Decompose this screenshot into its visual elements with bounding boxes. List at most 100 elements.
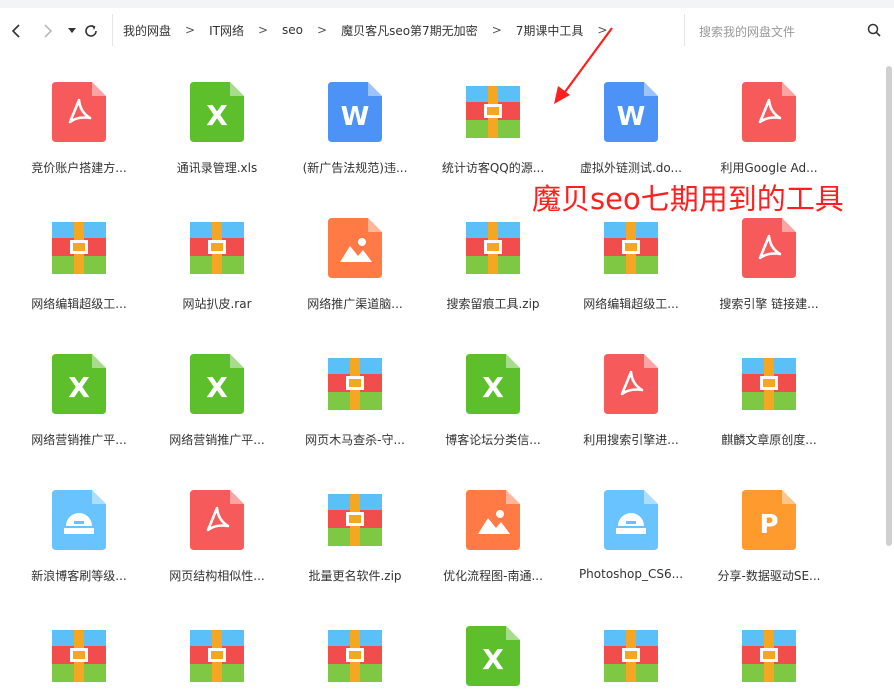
file-pdf-icon xyxy=(52,82,106,142)
file-name: 博客论坛分类信... xyxy=(445,433,541,447)
svg-text:X: X xyxy=(68,371,90,404)
caret-down-icon xyxy=(68,28,76,33)
file-name: 网页木马查杀-守... xyxy=(305,433,405,447)
file-name: 利用搜索引擎进... xyxy=(583,433,679,447)
file-item[interactable]: 网页结构相似性... xyxy=(148,466,286,586)
file-xls-icon: X xyxy=(190,354,244,414)
scrollbar-thumb[interactable] xyxy=(886,66,892,546)
svg-text:W: W xyxy=(617,102,646,132)
file-item[interactable]: X 网络营销推广平... xyxy=(148,330,286,450)
file-item[interactable]: 利用搜索引擎进... xyxy=(562,330,700,450)
file-pdf-icon xyxy=(742,218,796,278)
file-name: 竞价账户搭建方... xyxy=(31,161,127,175)
file-zip-icon xyxy=(328,626,382,686)
back-button[interactable] xyxy=(6,20,28,42)
forward-button[interactable] xyxy=(36,20,58,42)
refresh-icon xyxy=(85,25,97,37)
file-item[interactable]: 网络编辑超级工... xyxy=(10,194,148,314)
breadcrumb-item[interactable]: 我的网盘 xyxy=(123,22,171,39)
breadcrumb-separator: > xyxy=(185,23,196,37)
search-input[interactable]: 搜索我的网盘文件 xyxy=(699,23,795,40)
file-pdf-icon xyxy=(190,490,244,550)
file-zip-icon xyxy=(328,490,382,550)
file-item[interactable]: X 博客论坛分类信... xyxy=(424,330,562,450)
file-item[interactable]: X 网络营销推广平... xyxy=(10,330,148,450)
file-item[interactable]: 批量更名软件.zip xyxy=(286,466,424,586)
file-name: (新广告法规范)违... xyxy=(302,161,408,175)
chevron-right-icon xyxy=(44,24,53,38)
file-item[interactable]: X 通讯录管理.xls xyxy=(148,58,286,178)
file-name: 搜索留痕工具.zip xyxy=(446,297,540,311)
file-item[interactable]: 竞价账户搭建方... xyxy=(10,58,148,178)
file-item[interactable] xyxy=(562,602,700,695)
file-name: 通讯录管理.xls xyxy=(176,161,258,175)
svg-text:X: X xyxy=(482,371,504,404)
file-name: 利用Google Ad... xyxy=(720,161,818,175)
file-name: 批量更名软件.zip xyxy=(308,569,402,583)
file-zip-icon xyxy=(604,626,658,686)
file-xls-icon: X xyxy=(190,82,244,142)
file-name: 麒麟文章原创度... xyxy=(721,433,817,447)
file-zip-icon xyxy=(328,354,382,414)
chevron-left-icon xyxy=(11,24,20,38)
file-name: 搜索引擎 链接建... xyxy=(719,297,819,311)
file-item[interactable]: P 分享-数据驱动SE... xyxy=(700,466,838,586)
file-xls-icon: X xyxy=(466,626,520,686)
svg-text:X: X xyxy=(206,99,228,132)
file-ppt-icon: P xyxy=(742,490,796,550)
file-name: 网络编辑超级工... xyxy=(583,297,679,311)
file-name: 网络营销推广平... xyxy=(169,433,265,447)
file-name: 网络推广渠道脑... xyxy=(307,297,403,311)
file-item[interactable] xyxy=(10,602,148,695)
file-item[interactable] xyxy=(148,602,286,695)
file-name: 优化流程图-南通... xyxy=(443,569,543,583)
svg-text:W: W xyxy=(341,102,370,132)
file-doc-icon: W xyxy=(328,82,382,142)
breadcrumb-separator: > xyxy=(491,23,502,37)
file-zip-icon xyxy=(604,218,658,278)
file-item[interactable]: Photoshop_CS6... xyxy=(562,466,700,586)
file-name: 虚拟外链测试.do... xyxy=(579,161,682,175)
file-zip-icon xyxy=(466,218,520,278)
breadcrumb-item[interactable]: seo xyxy=(282,23,303,37)
file-name: Photoshop_CS6... xyxy=(578,567,684,581)
file-iso-icon xyxy=(52,490,106,550)
file-item[interactable] xyxy=(700,602,838,695)
refresh-button[interactable] xyxy=(80,20,102,42)
breadcrumb-item[interactable]: IT网络 xyxy=(209,22,244,39)
search-box[interactable]: 搜索我的网盘文件 xyxy=(684,14,894,46)
file-img-icon xyxy=(466,490,520,550)
file-item[interactable]: 网站扒皮.rar xyxy=(148,194,286,314)
file-item[interactable]: W (新广告法规范)违... xyxy=(286,58,424,178)
file-item[interactable]: 网络推广渠道脑... xyxy=(286,194,424,314)
file-zip-icon xyxy=(466,82,520,142)
file-name: 分享-数据驱动SE... xyxy=(717,569,821,583)
toolbar: 我的网盘 > IT网络 > seo > 魔贝客凡seo第7期无加密 > 7期课中… xyxy=(0,0,894,58)
annotation-arrow-icon xyxy=(554,27,613,104)
file-grid: 竞价账户搭建方... X 通讯录管理.xls W (新广告法规范)违... 统计访客QQ的… xyxy=(0,58,880,695)
file-name: 统计访客QQ的源... xyxy=(441,161,545,175)
file-xls-icon: X xyxy=(52,354,106,414)
file-item[interactable] xyxy=(286,602,424,695)
file-xls-icon: X xyxy=(466,354,520,414)
search-icon[interactable] xyxy=(867,23,881,37)
file-item[interactable]: 网页木马查杀-守... xyxy=(286,330,424,450)
breadcrumb: 我的网盘 > IT网络 > seo > 魔贝客凡seo第7期无加密 > 7期课中… xyxy=(112,14,621,46)
file-item[interactable]: 新浪博客刷等级... xyxy=(10,466,148,586)
svg-text:P: P xyxy=(759,510,778,540)
file-zip-icon xyxy=(742,354,796,414)
breadcrumb-separator: > xyxy=(257,23,269,37)
file-item[interactable]: 统计访客QQ的源... xyxy=(424,58,562,178)
svg-text:X: X xyxy=(206,371,228,404)
breadcrumb-item[interactable]: 魔贝客凡seo第7期无加密 xyxy=(341,22,478,39)
file-item[interactable]: 利用Google Ad... xyxy=(700,58,838,178)
file-zip-icon xyxy=(52,626,106,686)
file-iso-icon xyxy=(604,490,658,550)
file-item[interactable]: 优化流程图-南通... xyxy=(424,466,562,586)
file-name: 新浪博客刷等级... xyxy=(31,569,127,583)
file-img-icon xyxy=(328,218,382,278)
file-item[interactable]: 麒麟文章原创度... xyxy=(700,330,838,450)
file-item[interactable]: X xyxy=(424,602,562,695)
file-name: 网站扒皮.rar xyxy=(182,297,252,311)
file-zip-icon xyxy=(190,218,244,278)
